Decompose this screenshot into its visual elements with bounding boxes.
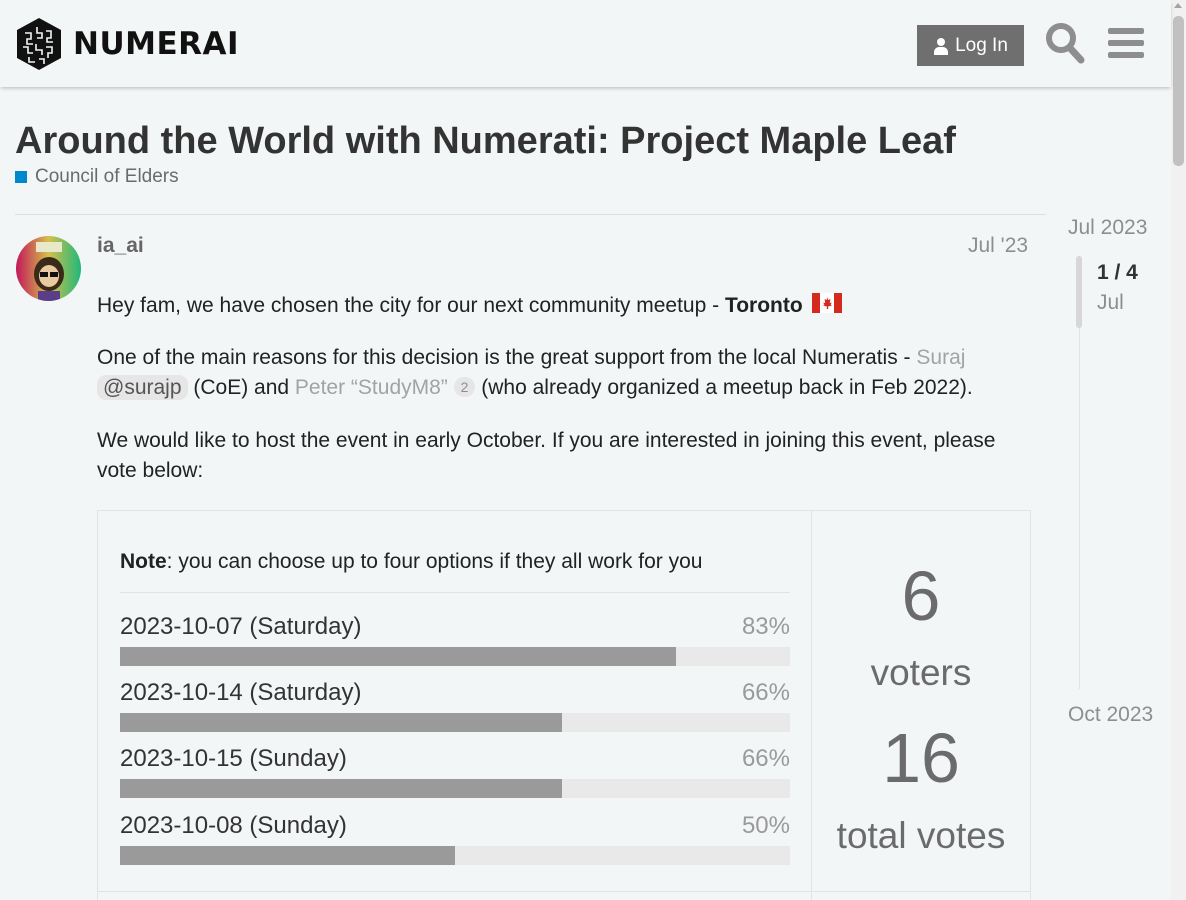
logo-text: NUMERAI bbox=[73, 26, 240, 62]
search-icon[interactable] bbox=[1045, 22, 1085, 64]
poll-option-label: 2023-10-14 (Saturday) bbox=[120, 679, 362, 706]
link-click-count-badge: 2 bbox=[453, 377, 476, 397]
post-paragraph-1: Hey fam, we have chosen the city for our… bbox=[97, 291, 1032, 321]
timeline-current-month: Jul bbox=[1097, 291, 1124, 314]
poll-option-bar-fill bbox=[120, 647, 677, 666]
p2-text-b: (CoE) and bbox=[187, 376, 295, 399]
avatar[interactable] bbox=[16, 236, 81, 301]
poll-option-bar bbox=[120, 779, 790, 798]
log-in-label: Log In bbox=[955, 34, 1008, 56]
scrollbar-thumb[interactable] bbox=[1173, 16, 1184, 166]
total-votes-label: total votes bbox=[836, 815, 1006, 856]
poll-option-bar bbox=[120, 846, 790, 865]
poll-option-2[interactable]: 2023-10-14 (Saturday) 66% bbox=[120, 679, 790, 735]
total-votes-count: 16 bbox=[882, 719, 960, 797]
log-in-button[interactable]: Log In bbox=[917, 25, 1024, 66]
voters-label: voters bbox=[870, 652, 972, 693]
numerai-logo-icon bbox=[17, 18, 61, 70]
user-link-suraj[interactable]: Suraj bbox=[916, 346, 965, 369]
poll-option-bar-fill bbox=[120, 779, 563, 798]
poll-option-label: 2023-10-08 (Sunday) bbox=[120, 812, 347, 839]
p2-text-a: One of the main reasons for this decisio… bbox=[97, 346, 917, 369]
timeline-start-date[interactable]: Jul 2023 bbox=[1068, 216, 1147, 240]
p1-city: Toronto bbox=[724, 294, 803, 317]
p2-text-c: (who already organized a meetup back in … bbox=[475, 376, 973, 399]
poll-option-4[interactable]: 2023-10-08 (Sunday) 50% bbox=[120, 812, 790, 868]
avatar-image bbox=[16, 236, 81, 301]
poll-note-text: : you can choose up to four options if t… bbox=[166, 550, 703, 573]
poll-option-percent: 83% bbox=[741, 613, 790, 640]
site-header: NUMERAI Log In bbox=[0, 0, 1171, 87]
user-link-peter[interactable]: Peter “StudyM8” bbox=[295, 376, 448, 399]
poll-option-bar-fill bbox=[120, 713, 563, 732]
p1-text: Hey fam, we have chosen the city for our… bbox=[97, 294, 725, 317]
poll-option-3[interactable]: 2023-10-15 (Sunday) 66% bbox=[120, 745, 790, 801]
title-divider bbox=[15, 214, 1046, 215]
scroll-up-arrow-icon[interactable] bbox=[1174, 3, 1182, 8]
timeline-position: 1 / 4 bbox=[1097, 261, 1138, 284]
poll-option-percent: 66% bbox=[741, 679, 790, 706]
page-scrollbar[interactable] bbox=[1171, 0, 1186, 900]
hamburger-menu-icon[interactable] bbox=[1106, 22, 1146, 64]
user-icon bbox=[934, 37, 949, 55]
post-date[interactable]: Jul '23 bbox=[968, 234, 1028, 258]
poll-option-percent: 66% bbox=[741, 745, 790, 772]
category-badge bbox=[15, 171, 27, 183]
poll-option-label: 2023-10-15 (Sunday) bbox=[120, 745, 347, 772]
poll-option-percent: 50% bbox=[741, 812, 790, 839]
post-username[interactable]: ia_ai bbox=[97, 234, 144, 258]
post-paragraph-2: One of the main reasons for this decisio… bbox=[97, 343, 1032, 403]
canada-flag-icon bbox=[811, 293, 842, 313]
post-paragraph-3: We would like to host the event in early… bbox=[97, 429, 996, 482]
timeline-end-date[interactable]: Oct 2023 bbox=[1068, 703, 1153, 727]
poll-note-bold: Note bbox=[120, 550, 167, 573]
poll: Note: you can choose up to four options … bbox=[97, 510, 1031, 900]
poll-footer-divider bbox=[98, 891, 1030, 892]
voters-count: 6 bbox=[901, 557, 941, 635]
poll-note: Note: you can choose up to four options … bbox=[120, 550, 790, 593]
poll-option-bar bbox=[120, 647, 790, 666]
poll-option-1[interactable]: 2023-10-07 (Saturday) 83% bbox=[120, 613, 790, 669]
topic-title[interactable]: Around the World with Numerati: Project … bbox=[15, 120, 956, 163]
timeline-handle[interactable] bbox=[1076, 256, 1082, 328]
poll-option-label: 2023-10-07 (Saturday) bbox=[120, 613, 362, 640]
poll-option-bar bbox=[120, 713, 790, 732]
category-name: Council of Elders bbox=[35, 166, 179, 187]
category-link[interactable]: Council of Elders bbox=[15, 166, 179, 188]
numerai-logo[interactable]: NUMERAI bbox=[15, 17, 239, 71]
poll-option-bar-fill bbox=[120, 846, 455, 865]
mention-surajp[interactable]: @surajp bbox=[97, 375, 188, 400]
